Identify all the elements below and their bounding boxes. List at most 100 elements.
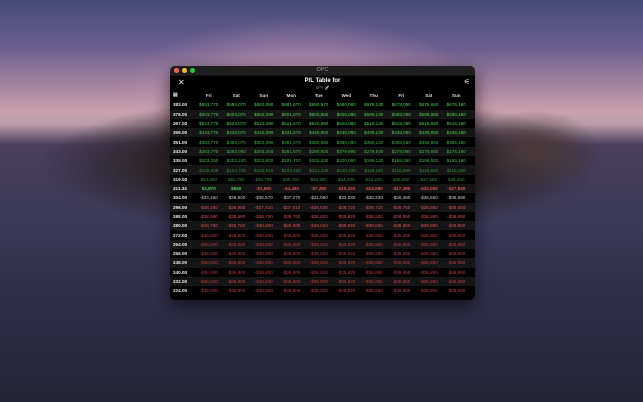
pl-cell: -$38,820 (337, 251, 356, 257)
pl-cell: -$38,850 (364, 241, 383, 247)
pl-cell: $523,770 (199, 121, 219, 127)
pl-cell: $358,060 (391, 139, 411, 145)
pl-cell: -$38,580 (199, 214, 218, 219)
pl-cell: -$38,820 (309, 260, 328, 266)
table-row: 376.00 $603,770 $603,070 $602,390 $601,670 $6… (170, 109, 475, 119)
pl-cell: -$38,800 (199, 279, 218, 285)
pl-cell: -$ (470, 203, 475, 212)
calendar-icon[interactable]: ▤ (170, 91, 195, 100)
pl-cell: $520,960 (309, 121, 329, 127)
price-label: 248.00 (173, 260, 188, 266)
pl-cell: $598,680 (419, 111, 439, 117)
pl-cell: -$38,800 (227, 260, 246, 266)
pl-cell: $599,130 (364, 111, 384, 117)
pl-cell: $44,490 (337, 176, 355, 182)
pl-cell: $680,080 (336, 102, 356, 108)
pl-cell: -$ (470, 231, 475, 240)
pl-cell: -$38,800 (254, 269, 273, 275)
table-row: 248.00 -$38,800 -$38,800 -$38,800 -$38,800 -$… (170, 258, 475, 268)
pl-cell: -$ (470, 286, 475, 295)
pl-cell: -$38,820 (337, 269, 356, 275)
pl-cell: $650 (231, 186, 242, 192)
pl-cell: -$33,250 (199, 195, 218, 201)
pl-cell: -$38,850 (392, 251, 411, 257)
pl-cell: $200,530 (309, 158, 329, 164)
pl-cell: -$36,900 (227, 195, 246, 201)
pl-cell: -$38,760 (227, 223, 246, 229)
pl-cell: -$38,850 (447, 279, 466, 285)
pl-cell: $3 (470, 175, 475, 184)
column-header: Mon (286, 93, 296, 99)
pl-cell: $281,670 (281, 148, 301, 154)
column-header: Sun (451, 93, 461, 99)
price-label: 256.00 (173, 251, 188, 257)
pl-cell: $676,160 (446, 102, 466, 108)
pl-cell: -$38,800 (199, 288, 218, 294)
table-row: 335.00 $203,390 $203,240 $202,600 $201,720 $2… (170, 156, 475, 165)
pl-cell: $50,790 (255, 176, 273, 182)
pl-cell: $516,160 (446, 121, 466, 127)
pl-cell: -$38,800 (227, 241, 246, 247)
pl-cell: $282,400 (254, 148, 274, 154)
price-label: 351.00 (173, 139, 188, 145)
pl-cell: $199,130 (364, 158, 384, 164)
sliders-icon[interactable]: ⚟ (464, 79, 470, 87)
pl-cell: $355,160 (446, 139, 466, 145)
table-row: 367.00 $523,770 $523,070 $522,390 $521,670 $5… (170, 119, 475, 128)
pl-cell: $124,725 (226, 167, 246, 173)
column-header: Fri (205, 93, 212, 99)
table-row: 240.00 -$38,800 -$38,800 -$38,800 -$38,800 -$… (170, 268, 475, 277)
pl-cell: -$ (470, 277, 475, 286)
column-header: Sat (425, 93, 433, 99)
pl-cell: $601,670 (281, 111, 301, 117)
pl-cell: $519,130 (364, 121, 384, 127)
pl-cell: -$38,850 (392, 279, 411, 285)
price-label: 304.00 (173, 195, 188, 201)
pl-table: ▤ Fri Sat Sun Mon Tue Wed Thu Fri Sat Sun M 383.00… (170, 91, 475, 296)
pl-cell: -$38,850 (419, 223, 438, 229)
pl-cell: $35,250 (447, 176, 465, 182)
table-row: 359.00 $443,770 $443,070 $442,390 $441,670 $4… (170, 128, 475, 138)
column-header: Sun (259, 93, 269, 99)
pl-cell: $283,060 (226, 148, 246, 154)
pl-cell: -$38,820 (309, 251, 328, 257)
pl-cell: -$38,850 (364, 279, 383, 285)
pl-cell: -$ (470, 249, 475, 258)
pl-cell: $203,390 (199, 158, 219, 164)
price-label: 359.00 (173, 130, 188, 136)
pl-cell: $122,420 (281, 167, 301, 173)
pl-cell: -$38,850 (419, 214, 438, 219)
pl-cell: -$38,800 (282, 269, 301, 275)
pl-cell: -$38,720 (254, 214, 273, 219)
pl-cell: -$38,820 (309, 232, 328, 238)
pl-cell: -$38,800 (254, 279, 273, 285)
pl-cell: -$27,840 (447, 186, 466, 192)
pl-cell: -$38,850 (392, 269, 411, 275)
pl-cell: $360,960 (309, 139, 329, 145)
column-header: Sat (232, 93, 240, 99)
pl-cell: $678,050 (391, 102, 411, 108)
pl-cell: $520,080 (336, 121, 356, 127)
pl-cell: -$38,850 (392, 223, 411, 229)
pl-cell: -$38,800 (282, 223, 301, 229)
pl-cell: $19 (470, 156, 475, 165)
pl-cell: -$36,650 (419, 195, 438, 201)
pl-cell: -$38,820 (309, 214, 328, 219)
pl-cell: $2,870 (201, 186, 216, 192)
pl-cell: -$38,850 (419, 232, 438, 238)
pl-cell: $356,650 (419, 139, 439, 145)
wallpaper-island-rock (470, 110, 600, 190)
pl-cell: $200,090 (336, 158, 356, 164)
table-row: 232.00 -$38,800 -$38,800 -$38,800 -$38,800 -$… (170, 276, 475, 287)
pl-cell: -$38,850 (447, 260, 466, 266)
page-title: P/L Table for (304, 78, 341, 84)
pl-cell: $120,420 (336, 167, 356, 173)
pl-cell: -$ (470, 240, 475, 249)
pl-cell: -$ (470, 221, 475, 230)
price-label: 367.00 (173, 121, 188, 127)
pl-cell: $436,650 (419, 130, 439, 136)
pl-cell: $37,580 (420, 176, 438, 182)
pl-cell: -$38,800 (254, 241, 273, 247)
pl-cell: $602,390 (254, 111, 274, 117)
pl-cell: $523,070 (226, 121, 246, 127)
